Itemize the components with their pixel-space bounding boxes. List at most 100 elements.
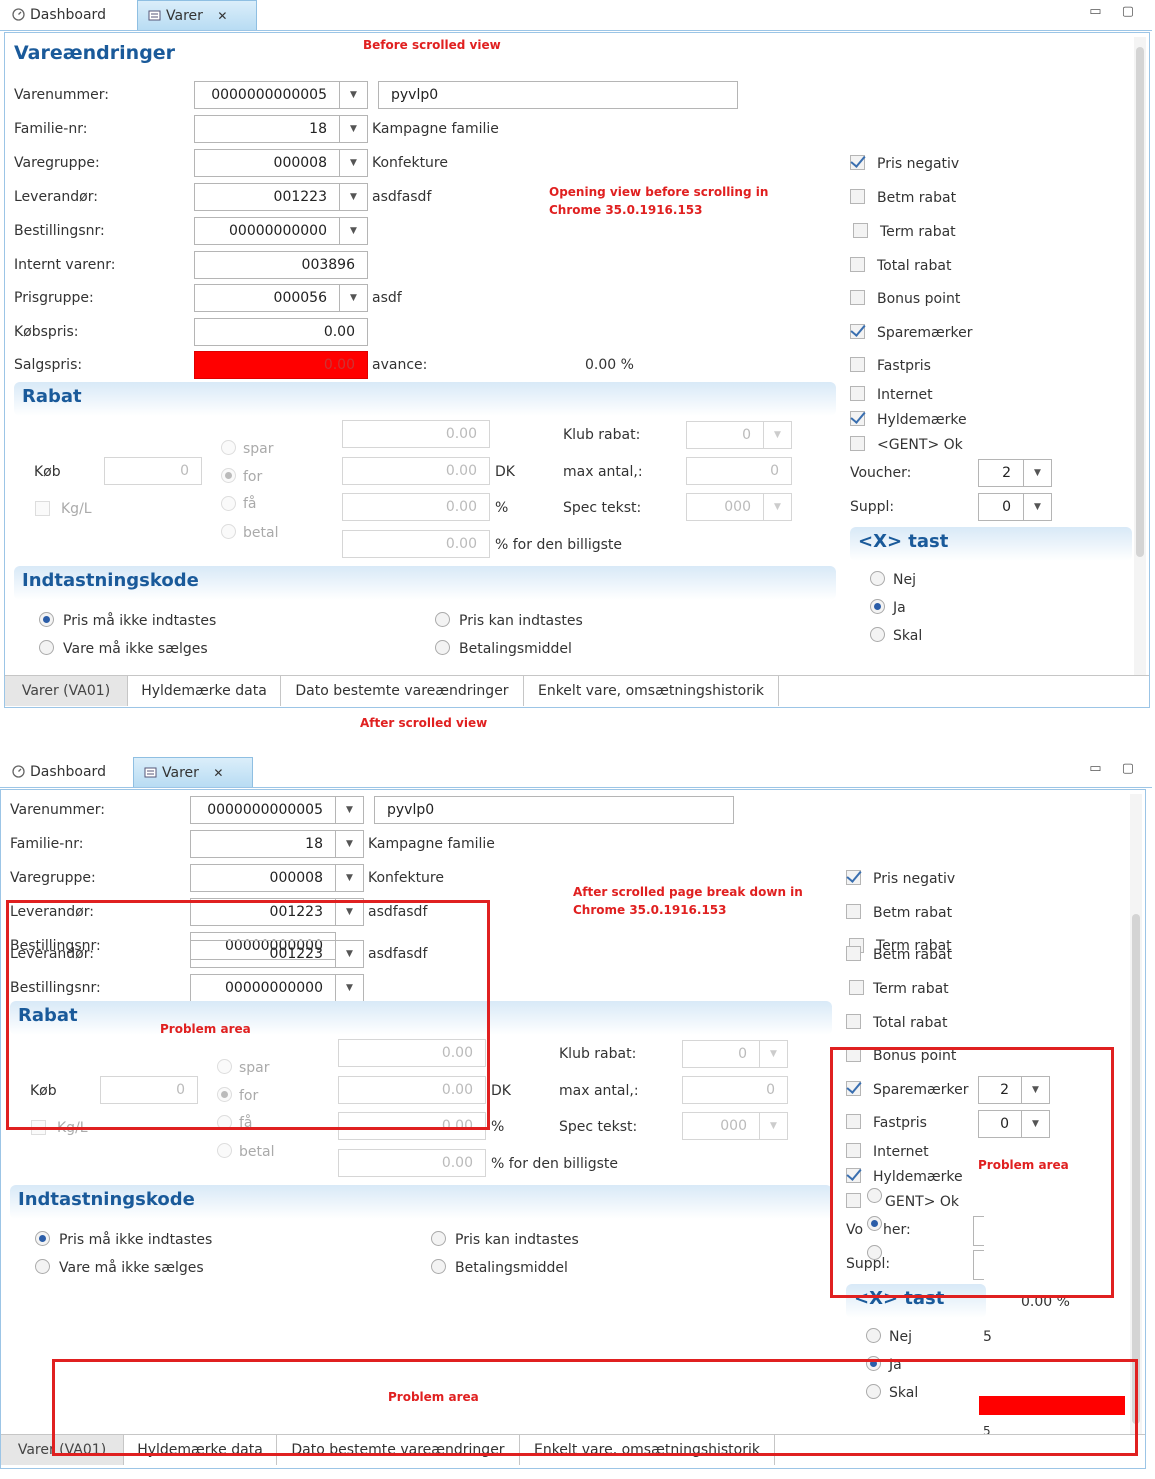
term-rabat-checkbox[interactable]	[849, 980, 864, 995]
bottom-tab-hyldemaerke[interactable]: Hyldemærke data	[128, 676, 281, 706]
varegruppe-input[interactable]: 000008	[190, 864, 336, 892]
leverandor-input[interactable]: 001223	[194, 183, 340, 211]
tab-varer[interactable]: Varer ✕	[137, 0, 257, 30]
indtast-opt1-radio[interactable]	[35, 1231, 50, 1246]
varenummer-dropdown[interactable]: ▼	[340, 81, 368, 109]
klub-dropdown[interactable]: ▼	[760, 1040, 788, 1068]
indtast-opt3-radio[interactable]	[431, 1231, 446, 1246]
betal-radio[interactable]	[217, 1143, 232, 1158]
varenummer-input[interactable]: 0000000000005	[194, 81, 340, 109]
internt-label: Internt varenr:	[14, 257, 116, 273]
indtast-opt2-radio[interactable]	[39, 640, 54, 655]
rabat-value-3[interactable]: 0.00	[342, 493, 490, 521]
rabat-value-4[interactable]: 0.00	[342, 530, 490, 558]
betm-rabat-checkbox[interactable]	[850, 189, 865, 204]
bottom-tab-omsaetning[interactable]: Enkelt vare, omsætningshistorik	[524, 676, 779, 706]
term-rabat-checkbox[interactable]	[853, 223, 868, 238]
gent-ok-checkbox[interactable]	[850, 436, 865, 451]
pris-negativ-checkbox[interactable]	[850, 155, 865, 170]
betal-label: betal	[243, 525, 279, 541]
fa-radio[interactable]	[221, 496, 236, 511]
bonus-point-checkbox[interactable]	[850, 290, 865, 305]
familie-dropdown[interactable]: ▼	[336, 830, 364, 858]
indtast-opt4-radio[interactable]	[435, 640, 450, 655]
vertical-scrollbar[interactable]	[1134, 37, 1146, 675]
betal-radio[interactable]	[221, 524, 236, 539]
tab-dashboard[interactable]: Dashboard	[2, 0, 130, 30]
voucher-dropdown[interactable]: ▼	[1024, 459, 1052, 487]
xtast-nej-label: Nej	[889, 1329, 912, 1345]
klub-input[interactable]: 0	[686, 421, 764, 449]
close-icon[interactable]: ✕	[213, 766, 223, 780]
sparemaerker-checkbox[interactable]	[850, 324, 865, 339]
kob-input[interactable]: 0	[104, 457, 202, 485]
max-input[interactable]: 0	[686, 457, 792, 485]
varenavn-input[interactable]: pyvlp0	[374, 796, 734, 824]
total-rabat-checkbox[interactable]	[846, 1014, 861, 1029]
familie-dropdown[interactable]: ▼	[340, 115, 368, 143]
rabat-value-1[interactable]: 0.00	[342, 420, 490, 448]
xtast-nej-radio[interactable]	[870, 571, 885, 586]
klub-dropdown[interactable]: ▼	[764, 421, 792, 449]
rabat-section-header: Rabat	[14, 382, 836, 416]
vertical-scrollbar[interactable]	[1130, 794, 1142, 1434]
voucher-input[interactable]: 2	[978, 459, 1024, 487]
betm-rabat-checkbox[interactable]	[846, 904, 861, 919]
internt-input[interactable]: 003896	[194, 251, 368, 279]
indtast-opt2-radio[interactable]	[35, 1259, 50, 1274]
bottom-tab-dato[interactable]: Dato bestemte vareændringer	[281, 676, 524, 706]
varenummer-input[interactable]: 0000000000005	[190, 796, 336, 824]
suppl-input[interactable]: 0	[978, 493, 1024, 521]
xtast-ja-radio[interactable]	[870, 599, 885, 614]
bottom-tab-varer[interactable]: Varer (VA01)	[5, 676, 128, 706]
for-radio[interactable]	[221, 468, 236, 483]
max-input[interactable]: 0	[682, 1076, 788, 1104]
spar-radio[interactable]	[221, 440, 236, 455]
familie-input[interactable]: 18	[190, 830, 336, 858]
suppl-dropdown[interactable]: ▼	[1024, 493, 1052, 521]
varegruppe-dropdown[interactable]: ▼	[336, 864, 364, 892]
varenummer-dropdown[interactable]: ▼	[336, 796, 364, 824]
rabat-value-2[interactable]: 0.00	[342, 457, 490, 485]
xtast-nej-radio[interactable]	[866, 1328, 881, 1343]
internet-checkbox[interactable]	[850, 386, 865, 401]
indtast-opt2-label: Vare må ikke sælges	[59, 1260, 204, 1276]
rabat-value-4[interactable]: 0.00	[338, 1149, 486, 1177]
prisgruppe-input[interactable]: 000056	[194, 284, 340, 312]
kobspris-label: Købspris:	[14, 324, 79, 340]
tab-varer-after[interactable]: Varer ✕	[133, 757, 253, 787]
familie-input[interactable]: 18	[194, 115, 340, 143]
bestilling-dropdown[interactable]: ▼	[340, 217, 368, 245]
indtast-opt1-label: Pris må ikke indtastes	[59, 1232, 213, 1248]
hyldemaerke-checkbox[interactable]	[850, 411, 865, 426]
bestilling-input[interactable]: 00000000000	[194, 217, 340, 245]
salgspris-input[interactable]: 0.00	[194, 351, 368, 379]
spec-input[interactable]: 000	[686, 493, 764, 521]
spec-input[interactable]: 000	[682, 1112, 760, 1140]
indtast-opt1-radio[interactable]	[39, 612, 54, 627]
fastpris-checkbox[interactable]	[850, 357, 865, 372]
scrollbar-thumb[interactable]	[1136, 47, 1144, 557]
total-rabat-checkbox[interactable]	[850, 257, 865, 272]
kobspris-input[interactable]: 0.00	[194, 318, 368, 346]
scrollbar-thumb[interactable]	[1132, 914, 1140, 1424]
window-controls[interactable]: ▭ ▢	[1089, 4, 1142, 19]
xtast-skal-radio[interactable]	[870, 627, 885, 642]
indtast-opt4-radio[interactable]	[431, 1259, 446, 1274]
klub-input[interactable]: 0	[682, 1040, 760, 1068]
spec-dropdown[interactable]: ▼	[764, 493, 792, 521]
pris-negativ-checkbox[interactable]	[846, 870, 861, 885]
close-icon[interactable]: ✕	[217, 9, 227, 23]
leverandor-dropdown[interactable]: ▼	[340, 183, 368, 211]
varegruppe-dropdown[interactable]: ▼	[340, 149, 368, 177]
window-controls[interactable]: ▭ ▢	[1089, 761, 1142, 776]
tab-dashboard-after[interactable]: Dashboard	[2, 757, 130, 787]
betm-rabat-checkbox-dup[interactable]	[846, 946, 861, 961]
varenavn-input[interactable]: pyvlp0	[378, 81, 738, 109]
tab-dashboard-label: Dashboard	[30, 764, 106, 780]
indtast-opt3-radio[interactable]	[435, 612, 450, 627]
spec-dropdown[interactable]: ▼	[760, 1112, 788, 1140]
kgl-checkbox[interactable]	[35, 501, 50, 516]
prisgruppe-dropdown[interactable]: ▼	[340, 284, 368, 312]
varegruppe-input[interactable]: 000008	[194, 149, 340, 177]
